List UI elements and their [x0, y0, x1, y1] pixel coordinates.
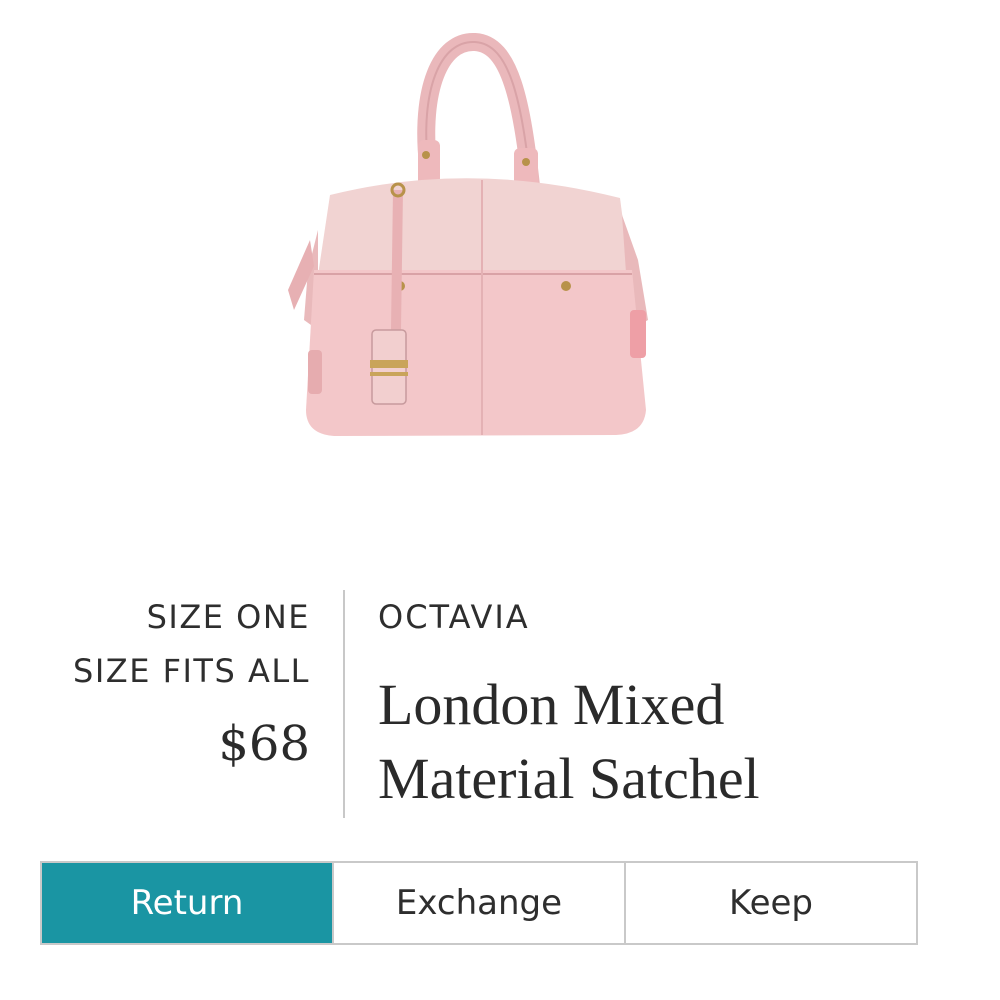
- vertical-divider: [343, 590, 345, 818]
- price: $68: [218, 716, 310, 772]
- product-details: SIZE ONE SIZE FITS ALL $68 OCTAVIA Londo…: [0, 590, 1000, 820]
- exchange-button[interactable]: Exchange: [332, 863, 624, 943]
- item-card: SIZE ONE SIZE FITS ALL $68 OCTAVIA Londo…: [0, 0, 1000, 1000]
- size-label: SIZE ONE: [146, 598, 310, 636]
- decision-button-group: Return Exchange Keep: [40, 861, 918, 945]
- product-title-line-1: London Mixed: [378, 672, 725, 737]
- brand-name-column: OCTAVIA London Mixed Material Satchel: [378, 590, 938, 816]
- product-title-line-2: Material Satchel: [378, 746, 760, 811]
- brand-name: OCTAVIA: [378, 598, 530, 636]
- keep-button[interactable]: Keep: [624, 863, 916, 943]
- return-button[interactable]: Return: [42, 863, 332, 943]
- product-title: London Mixed Material Satchel: [378, 668, 938, 816]
- size-value: SIZE FITS ALL: [73, 652, 310, 690]
- handbag-illustration: [288, 33, 648, 436]
- size-price-column: SIZE ONE SIZE FITS ALL $68: [73, 590, 310, 774]
- product-image: [288, 33, 648, 436]
